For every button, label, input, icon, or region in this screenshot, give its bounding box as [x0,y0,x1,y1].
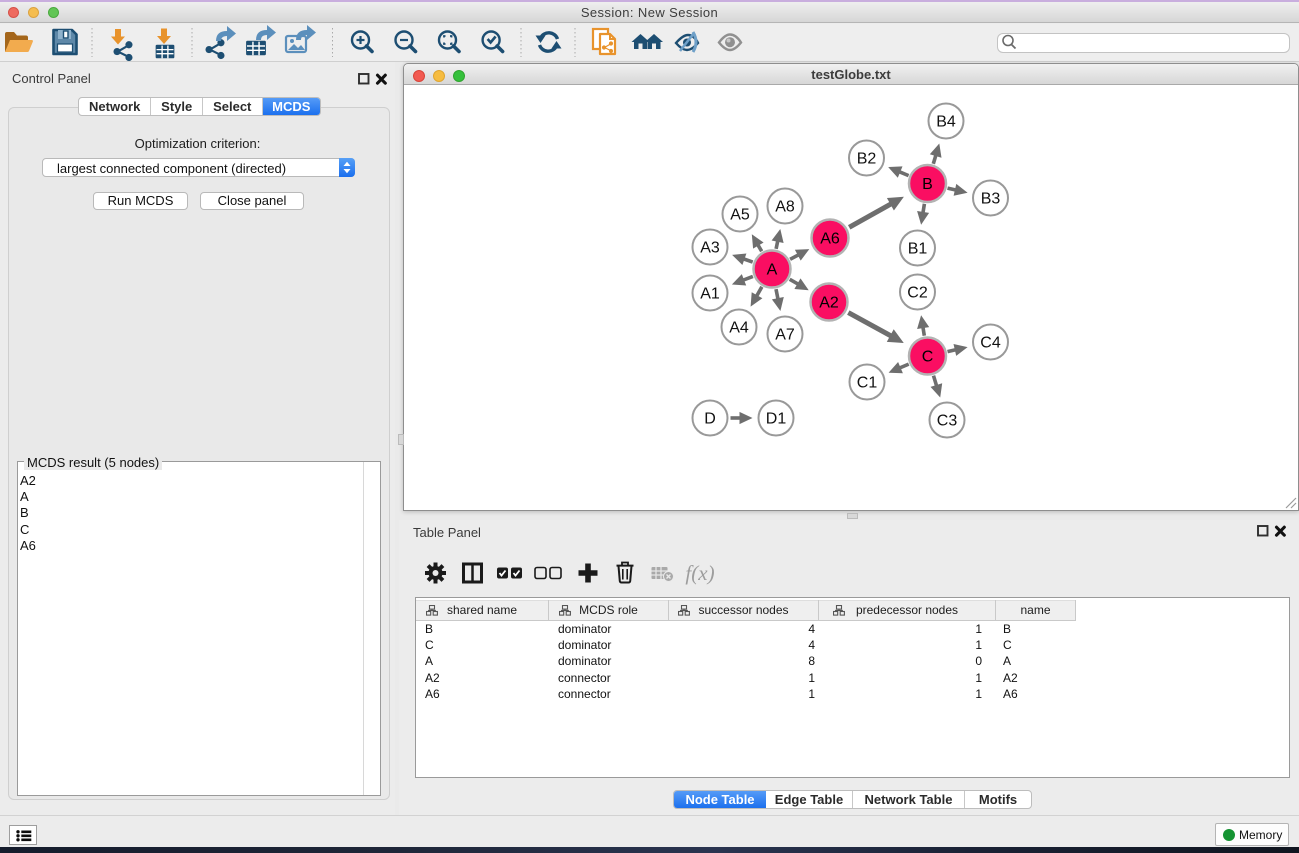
svg-text:D: D [704,411,716,428]
svg-text:A7: A7 [775,327,795,344]
svg-text:A4: A4 [729,320,749,337]
svg-text:A2: A2 [819,295,839,312]
svg-text:C1: C1 [857,375,878,392]
svg-text:B: B [922,176,933,193]
svg-text:A1: A1 [700,286,720,303]
svg-text:B1: B1 [908,241,928,258]
svg-text:B4: B4 [936,114,956,131]
svg-text:C2: C2 [907,285,928,302]
svg-text:C3: C3 [937,413,958,430]
svg-text:B3: B3 [981,191,1001,208]
svg-text:A6: A6 [820,231,840,248]
svg-text:C4: C4 [980,335,1001,352]
svg-text:A: A [767,262,778,279]
svg-text:C: C [922,349,934,366]
svg-text:f(x): f(x) [685,561,714,585]
svg-text:B2: B2 [857,151,877,168]
svg-text:A8: A8 [775,199,795,216]
svg-text:A5: A5 [730,207,750,224]
svg-text:A3: A3 [700,240,720,257]
svg-text:D1: D1 [766,411,787,428]
